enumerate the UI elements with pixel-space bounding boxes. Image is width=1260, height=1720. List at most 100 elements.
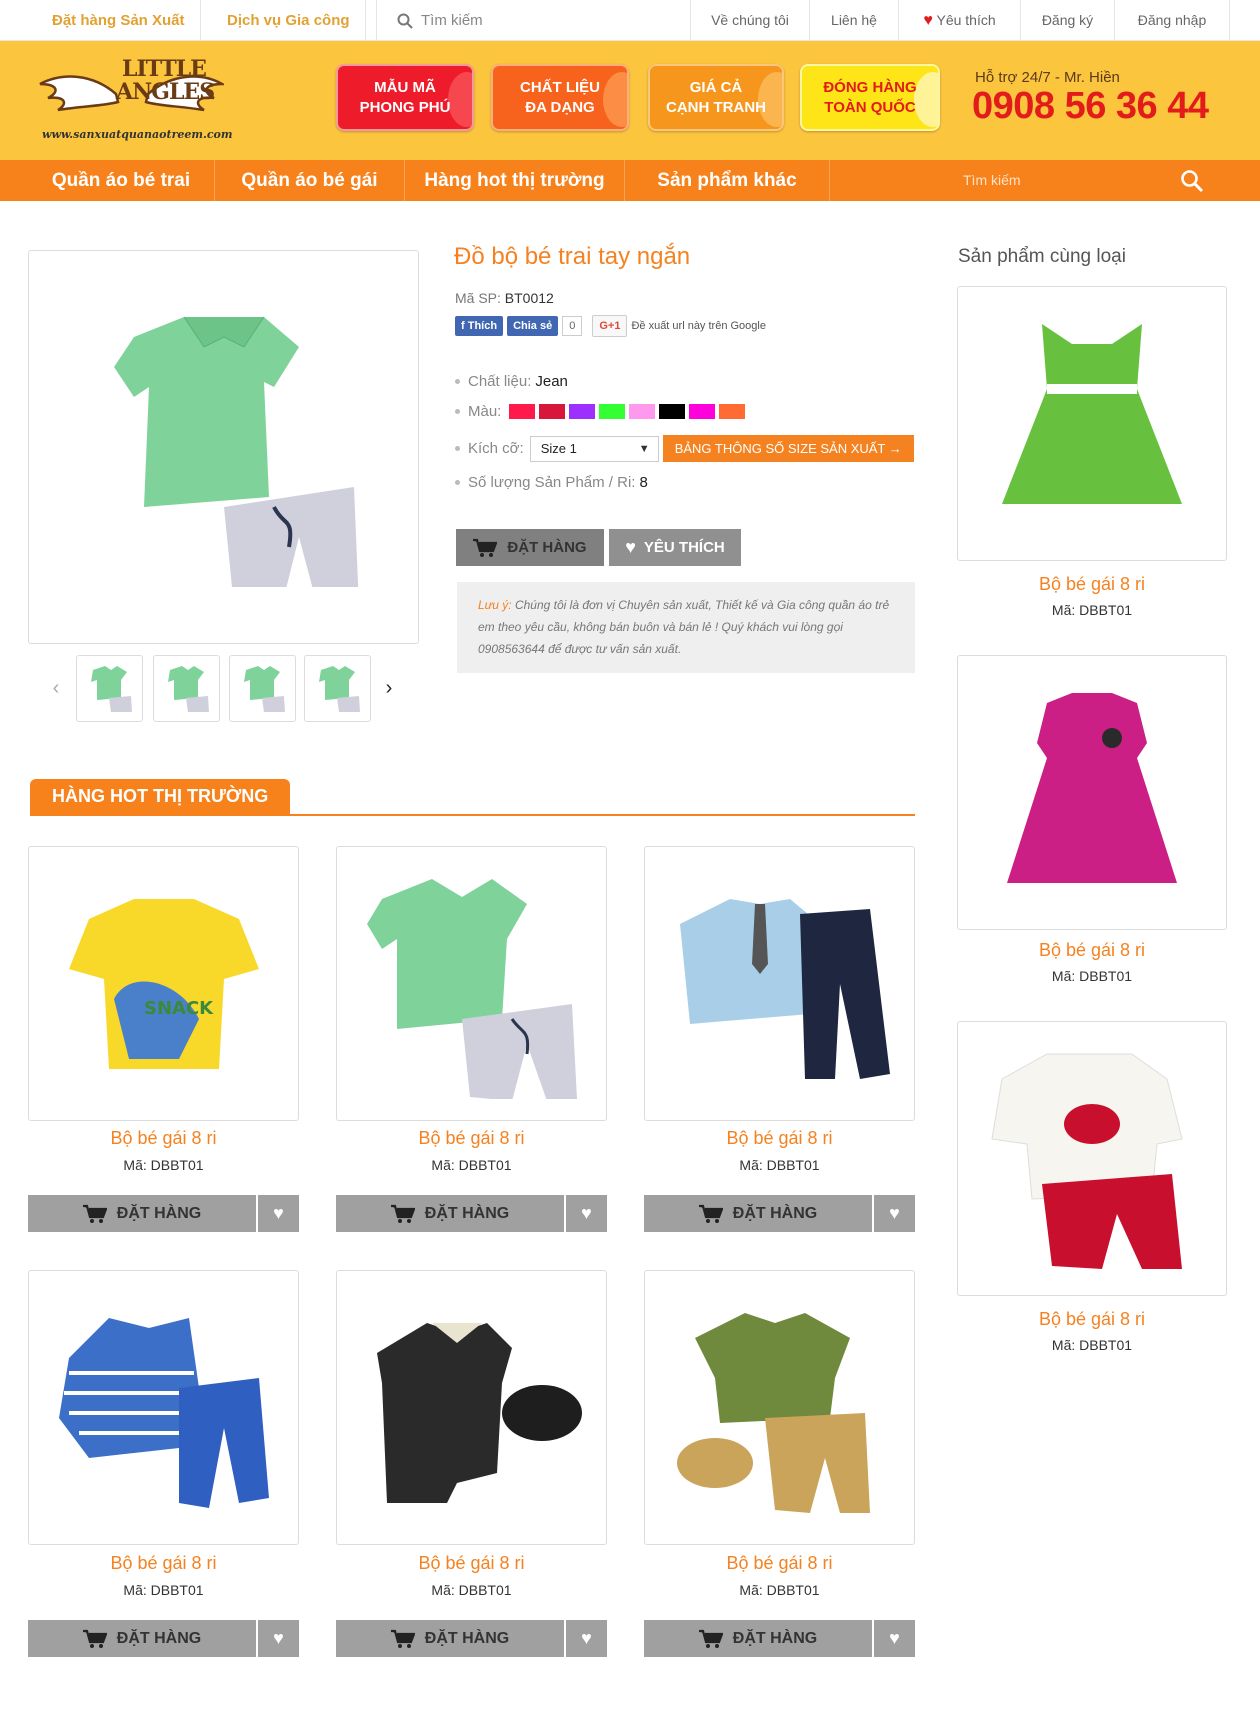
outsourcing-service-link[interactable]: Dịch vụ Gia công bbox=[212, 0, 366, 41]
facebook-share-button[interactable]: Chia sẻ bbox=[507, 316, 559, 336]
product-card-image[interactable]: SNACK bbox=[28, 846, 299, 1121]
thumbnail[interactable] bbox=[229, 655, 296, 722]
product-code-value: BT0012 bbox=[504, 290, 554, 306]
black-romper-cap-image bbox=[376, 1322, 582, 1503]
color-swatch[interactable] bbox=[689, 404, 716, 419]
product-card-order-button[interactable]: ĐẶT HÀNG bbox=[28, 1195, 256, 1232]
yellow-shark-tshirt-image: SNACK bbox=[68, 898, 259, 1069]
color-swatch[interactable] bbox=[629, 404, 656, 419]
search-icon[interactable] bbox=[1180, 169, 1204, 193]
product-card-image[interactable] bbox=[336, 846, 607, 1121]
product-code-label: Mã SP: bbox=[455, 290, 501, 306]
about-us-link[interactable]: Về chúng tôi bbox=[690, 0, 809, 41]
sidebar-product-image[interactable] bbox=[957, 1021, 1227, 1296]
notice-text: Chúng tôi là đơn vị Chuyên sản xuất, Thi… bbox=[478, 598, 890, 656]
product-card-order-button[interactable]: ĐẶT HÀNG bbox=[28, 1620, 256, 1657]
size-chart-button[interactable]: BẢNG THÔNG SỐ SIZE SẢN XUẤT → bbox=[662, 435, 914, 462]
color-swatch[interactable] bbox=[509, 404, 536, 419]
nav-girls-clothing[interactable]: Quần áo bé gái bbox=[215, 160, 405, 201]
color-swatch[interactable] bbox=[719, 404, 746, 419]
product-code: Mã SP: BT0012 bbox=[455, 290, 554, 306]
product-title: Đồ bộ bé trai tay ngắn bbox=[454, 243, 691, 270]
badge-design-line2: PHONG PHÚ bbox=[359, 98, 451, 116]
product-card-order-button[interactable]: ĐẶT HÀNG bbox=[336, 1620, 564, 1657]
product-card-name[interactable]: Bộ bé gái 8 ri bbox=[28, 1553, 299, 1574]
sidebar-product-name[interactable]: Bộ bé gái 8 ri bbox=[957, 1309, 1227, 1330]
product-card-favorite-button[interactable]: ♥ bbox=[566, 1195, 607, 1232]
login-link[interactable]: Đăng nhập bbox=[1114, 0, 1230, 41]
heart-icon: ♥ bbox=[923, 12, 933, 29]
thumbnail-prev-arrow[interactable]: ‹ bbox=[46, 678, 66, 698]
thumbnail[interactable] bbox=[304, 655, 371, 722]
badge-material: CHẤT LIỆU ĐA DẠNG bbox=[491, 64, 629, 131]
green-polo-shorts-image bbox=[366, 878, 577, 1099]
product-card-order-button[interactable]: ĐẶT HÀNG bbox=[644, 1620, 872, 1657]
product-card-favorite-button[interactable]: ♥ bbox=[258, 1195, 299, 1232]
contact-link[interactable]: Liên hệ bbox=[809, 0, 898, 41]
product-card-name[interactable]: Bộ bé gái 8 ri bbox=[336, 1553, 607, 1574]
product-card-code: Mã: DBBT01 bbox=[123, 1582, 204, 1598]
product-card-favorite-button[interactable]: ♥ bbox=[566, 1620, 607, 1657]
bullet-icon bbox=[455, 379, 460, 384]
top-search[interactable]: Tìm kiếm bbox=[377, 0, 687, 41]
thumbnail-next-arrow[interactable]: › bbox=[379, 678, 399, 698]
cart-icon bbox=[390, 1204, 415, 1223]
product-card-favorite-button[interactable]: ♥ bbox=[874, 1620, 915, 1657]
product-card-image[interactable] bbox=[644, 846, 915, 1121]
product-card-name[interactable]: Bộ bé gái 8 ri bbox=[644, 1553, 915, 1574]
order-button-label: ĐẶT HÀNG bbox=[732, 1204, 818, 1222]
badge-price-line1: GIÁ CẢ bbox=[689, 78, 743, 96]
color-swatch[interactable] bbox=[659, 404, 686, 419]
striped-jacket-blue-pants-image bbox=[58, 1317, 269, 1508]
product-card-image[interactable] bbox=[644, 1270, 915, 1545]
order-button[interactable]: ĐẶT HÀNG bbox=[456, 529, 604, 566]
badge-shipping-line2: TOÀN QUỐC bbox=[824, 98, 916, 116]
thumbnail-image bbox=[90, 665, 132, 712]
thumbnail[interactable] bbox=[153, 655, 220, 722]
product-card-code: Mã: DBBT01 bbox=[431, 1582, 512, 1598]
product-card-order-button[interactable]: ĐẶT HÀNG bbox=[644, 1195, 872, 1232]
heart-icon: ♥ bbox=[581, 1628, 592, 1648]
order-production-link[interactable]: Đặt hàng Sản Xuất bbox=[37, 0, 201, 41]
size-label: Kích cỡ: bbox=[468, 440, 524, 457]
nav-hot-products[interactable]: Hàng hot thị trường bbox=[405, 160, 625, 201]
cart-icon bbox=[82, 1204, 107, 1223]
favorite-button[interactable]: ♥ YÊU THÍCH bbox=[609, 529, 741, 566]
hotline-label: Hỗ trợ 24/7 - Mr. Hiền bbox=[975, 69, 1120, 86]
product-card-favorite-button[interactable]: ♥ bbox=[258, 1620, 299, 1657]
top-search-input[interactable]: Tìm kiếm bbox=[421, 12, 483, 29]
notice-box: Lưu ý: Chúng tôi là đơn vị Chuyên sản xu… bbox=[457, 582, 915, 673]
product-card-name[interactable]: Bộ bé gái 8 ri bbox=[28, 1128, 299, 1149]
nav-search-input[interactable]: Tìm kiếm bbox=[963, 160, 1213, 201]
product-main-image[interactable] bbox=[28, 250, 419, 644]
google-plus-button[interactable]: G+1 bbox=[592, 315, 628, 337]
product-card-image[interactable] bbox=[336, 1270, 607, 1545]
quantity-row: Số lượng Sản Phẩm / Ri: 8 bbox=[455, 474, 648, 491]
sidebar-product-name[interactable]: Bộ bé gái 8 ri bbox=[957, 940, 1227, 961]
hotline-number[interactable]: 0908 56 36 44 bbox=[972, 85, 1209, 128]
color-swatch[interactable] bbox=[569, 404, 596, 419]
logo-text-line2: ANGLES bbox=[116, 79, 215, 105]
product-card-name[interactable]: Bộ bé gái 8 ri bbox=[644, 1128, 915, 1149]
nav-other-products[interactable]: Sản phẩm khác bbox=[625, 160, 830, 201]
favorites-link[interactable]: ♥ Yêu thích bbox=[898, 0, 1020, 41]
product-card-order-button[interactable]: ĐẶT HÀNG bbox=[336, 1195, 564, 1232]
product-card-favorite-button[interactable]: ♥ bbox=[874, 1195, 915, 1232]
cart-icon bbox=[473, 538, 498, 557]
product-card-name[interactable]: Bộ bé gái 8 ri bbox=[336, 1128, 607, 1149]
register-link[interactable]: Đăng ký bbox=[1020, 0, 1114, 41]
badge-price-line2: CẠNH TRANH bbox=[666, 98, 766, 116]
sidebar-product-name[interactable]: Bộ bé gái 8 ri bbox=[957, 574, 1227, 595]
size-select[interactable]: Size 1 ▼ bbox=[529, 435, 659, 462]
thumbnail[interactable] bbox=[76, 655, 143, 722]
sidebar-product-image[interactable] bbox=[957, 655, 1227, 930]
badge-shipping: ĐÓNG HÀNG TOÀN QUỐC bbox=[800, 64, 940, 131]
color-swatch[interactable] bbox=[599, 404, 626, 419]
product-card-image[interactable] bbox=[28, 1270, 299, 1545]
logo[interactable]: LITTLE ANGLES www.sanxuatquanaotreem.com bbox=[38, 54, 233, 144]
color-swatch[interactable] bbox=[539, 404, 566, 419]
olive-polo-khaki-pants-hat-image bbox=[676, 1312, 870, 1513]
nav-boys-clothing[interactable]: Quần áo bé trai bbox=[28, 160, 215, 201]
facebook-like-button[interactable]: f Thích bbox=[455, 316, 504, 336]
sidebar-product-image[interactable] bbox=[957, 286, 1227, 561]
